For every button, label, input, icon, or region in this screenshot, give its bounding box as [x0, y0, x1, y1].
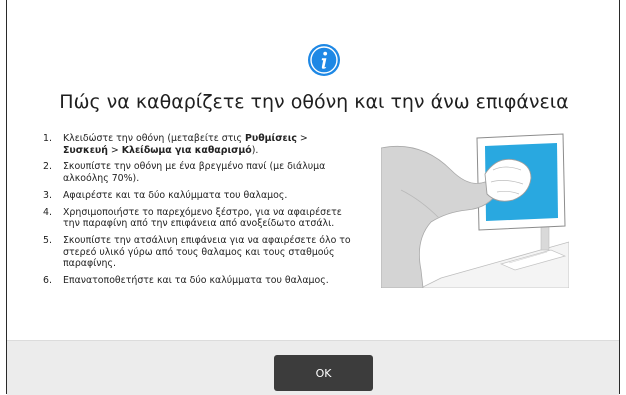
step-number: 2. [43, 161, 52, 173]
step-number: 6. [43, 275, 52, 287]
instruction-list: 1. Κλειδώστε την οθόνη (μεταβείτε στις Ρ… [43, 133, 353, 292]
instruction-step: 2. Σκουπίστε την οθόνη με ένα βρεγμένο π… [43, 161, 353, 184]
step-text: Σκουπίστε την ατσάλινη επιφάνεια για να … [63, 234, 351, 270]
device-menu-label: Συσκευή [63, 144, 108, 156]
step-text: Χρησιμοποιήστε το παρεχόμενο ξέστρο, για… [63, 206, 342, 230]
lock-for-cleaning-label: Κλείδωμα για καθαρισμό [121, 144, 252, 156]
step-text: Επανατοποθετήστε και τα δύο καλύμματα το… [63, 275, 329, 287]
instruction-step: 5. Σκουπίστε την ατσάλινη επιφάνεια για … [43, 235, 353, 270]
instruction-step: 6. Επανατοποθετήστε και τα δύο καλύμματα… [43, 275, 353, 287]
info-icon [308, 44, 340, 76]
step-number: 3. [43, 189, 52, 201]
step-text: Κλειδώστε την οθόνη (μεταβείτε στις [63, 133, 245, 144]
step-number: 1. [43, 133, 52, 144]
cleaning-screen-illustration [381, 133, 569, 288]
step-text-end: ). [251, 144, 259, 156]
dialog-title: Πώς να καθαρίζετε την οθόνη και την άνω … [59, 91, 569, 113]
dialog-footer: OK [7, 340, 619, 395]
instruction-step: 4. Χρησιμοποιήστε το παρεχόμενο ξέστρο, … [43, 207, 353, 230]
path-separator: > [296, 133, 308, 144]
step-number: 4. [43, 206, 52, 218]
step-text: Αφαιρέστε και τα δύο καλύμματα του θαλαμ… [63, 189, 288, 201]
step-text: Σκουπίστε την οθόνη με ένα βρεγμένο πανί… [63, 161, 326, 185]
instruction-step: 3. Αφαιρέστε και τα δύο καλύμματα του θα… [43, 190, 353, 202]
step-number: 5. [43, 234, 52, 246]
settings-menu-label: Ρυθμίσεις [245, 133, 297, 144]
instruction-step: 1. Κλειδώστε την οθόνη (μεταβείτε στις Ρ… [43, 133, 353, 156]
path-separator: > [107, 144, 122, 156]
ok-button[interactable]: OK [274, 355, 373, 391]
instruction-dialog: Πώς να καθαρίζετε την οθόνη και την άνω … [6, 0, 620, 395]
